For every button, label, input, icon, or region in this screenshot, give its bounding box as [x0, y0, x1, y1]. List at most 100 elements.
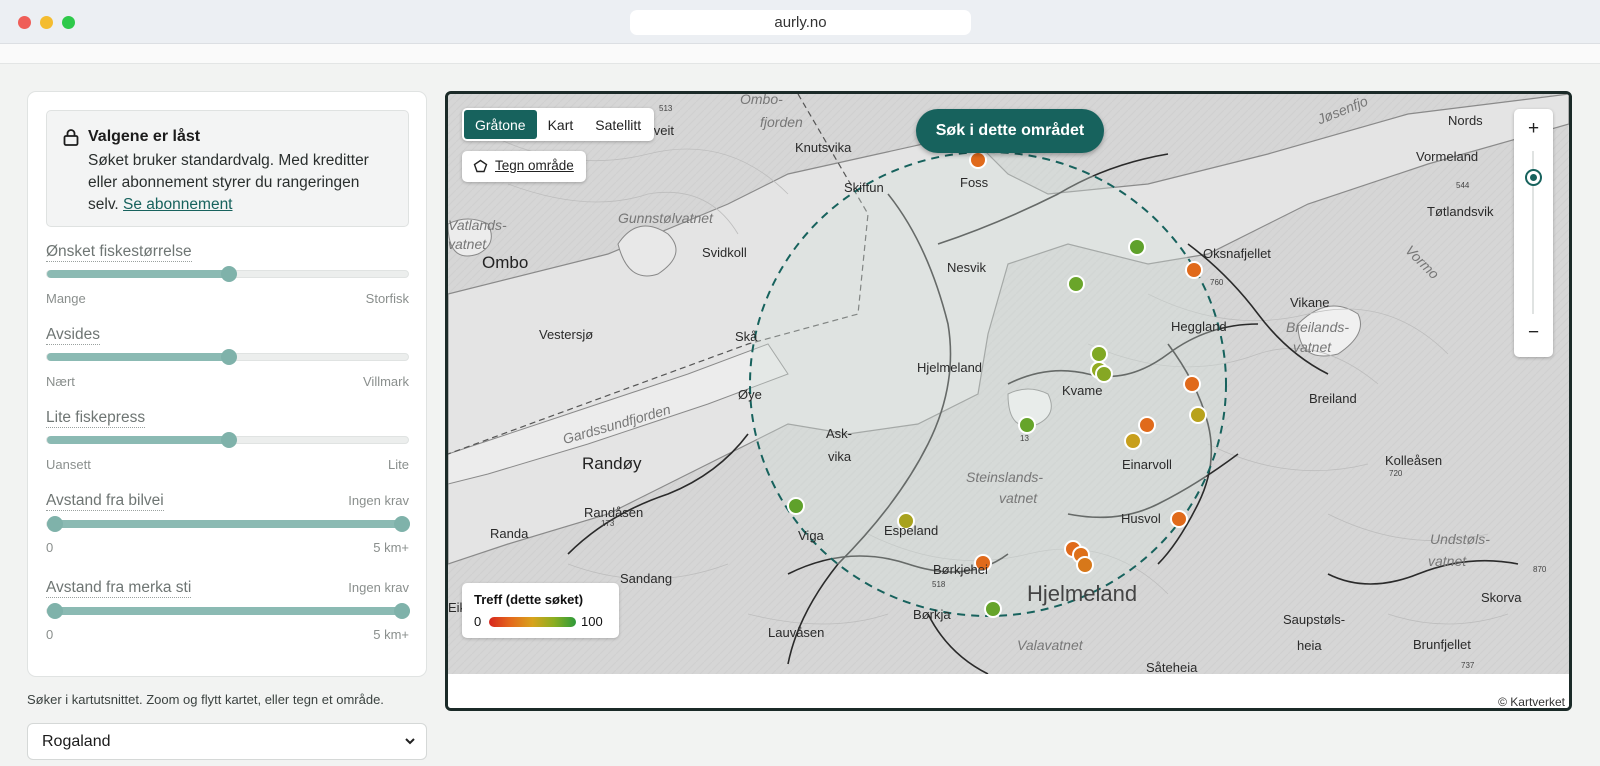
slider-fill — [47, 436, 229, 444]
locked-notice: Valgene er låst Søket bruker standardval… — [46, 110, 409, 227]
place-label: Randa — [490, 526, 529, 541]
place-label: Randåsen — [584, 505, 644, 520]
map-footer-strip — [448, 674, 1569, 708]
lake-marker[interactable] — [1183, 375, 1201, 393]
slider-status: Ingen krav — [348, 580, 409, 595]
place-label: Skå — [735, 329, 758, 344]
place-label: Nords — [1448, 113, 1483, 128]
range-min-handle[interactable] — [47, 516, 63, 532]
tab-map-style[interactable]: Gråtone — [464, 110, 537, 139]
place-label: Kvame — [1062, 383, 1103, 398]
slider-label: Ønsket fiskestørrelse — [46, 243, 192, 262]
region-select[interactable]: Rogaland — [27, 723, 427, 760]
slider-min-label: Mange — [46, 291, 86, 306]
zoom-slider-handle[interactable] — [1525, 168, 1542, 186]
slider-min-label: 0 — [46, 540, 54, 555]
legend-max: 100 — [581, 614, 603, 629]
slider-handle[interactable] — [220, 432, 237, 448]
place-label: Foss — [960, 175, 989, 190]
close-window-button[interactable] — [18, 16, 31, 29]
elevation-label: 544 — [1456, 181, 1470, 190]
lake-marker[interactable] — [1189, 406, 1207, 424]
lake-marker[interactable] — [787, 497, 805, 515]
lake-marker[interactable] — [1090, 345, 1108, 363]
slider-track[interactable] — [46, 516, 410, 532]
tab-label: Satellitt — [595, 117, 642, 133]
place-label: Hjelmeland — [1027, 581, 1138, 606]
slider-fill — [47, 607, 410, 615]
place-label: Viga — [798, 528, 824, 543]
slider-max-label: Storfisk — [365, 291, 409, 306]
slider-max-label: Villmark — [363, 374, 409, 389]
range-min-handle[interactable] — [47, 603, 63, 619]
lake-marker[interactable] — [1128, 238, 1146, 256]
place-label: Randøy — [582, 454, 642, 473]
range-max-handle[interactable] — [394, 516, 410, 532]
slider-min-label: 0 — [46, 627, 54, 642]
map-style-tabs: Gråtone Kart Satellitt — [462, 108, 655, 141]
elevation-label: 513 — [659, 104, 673, 113]
lake-marker[interactable] — [1138, 416, 1156, 434]
place-label: Knutsvika — [795, 140, 852, 155]
slider-min-label: Uansett — [46, 457, 91, 472]
slider-max-label: 5 km+ — [373, 540, 409, 555]
place-label: Espeland — [884, 523, 939, 538]
elevation-label: 173 — [601, 519, 615, 528]
slider-max-label: Lite — [388, 457, 409, 472]
polygon-icon — [473, 159, 488, 173]
page-header-strip — [0, 44, 1600, 64]
place-label: Vormeland — [1416, 149, 1479, 164]
draw-area-button[interactable]: Tegn område — [462, 151, 586, 182]
legend-min: 0 — [474, 614, 482, 629]
place-label: Skiftun — [844, 180, 884, 195]
slider-track[interactable] — [46, 603, 410, 619]
trail-distance-range-slider: Avstand fra merka sti Ingen krav 0 5 km+ — [46, 579, 410, 649]
slider-handle[interactable] — [220, 266, 237, 282]
lake-marker[interactable] — [1067, 275, 1085, 293]
draw-area-label: Tegn område — [495, 158, 574, 173]
slider-track[interactable] — [46, 432, 409, 448]
slider-handle[interactable] — [220, 349, 237, 365]
place-label: Børkjehei — [933, 562, 988, 577]
zoom-in-button[interactable]: + — [1514, 118, 1553, 140]
range-max-handle[interactable] — [394, 603, 410, 619]
score-legend: Treff (dette søket) 0 100 — [462, 583, 619, 638]
lake-marker[interactable] — [1018, 416, 1036, 434]
slider-label: Avstand fra bilvei — [46, 492, 164, 511]
maximize-window-button[interactable] — [62, 16, 75, 29]
slider-min-label: Nært — [46, 374, 75, 389]
lake-marker[interactable] — [984, 600, 1002, 618]
place-label: Børkja — [913, 607, 951, 622]
slider-track[interactable] — [46, 349, 409, 365]
lake-marker[interactable] — [1185, 261, 1203, 279]
zoom-out-button[interactable]: − — [1514, 322, 1553, 344]
slider-fill — [47, 520, 410, 528]
place-label: Ombo — [482, 253, 529, 272]
place-label: Breilands- — [1286, 319, 1350, 335]
elevation-label: 760 — [1210, 278, 1224, 287]
place-label: Såteheia — [1146, 660, 1198, 675]
address-bar[interactable]: aurly.no — [630, 10, 971, 35]
map-view[interactable]: Ombo- fjorden eltveit 513 Knutsvika Skif… — [445, 91, 1572, 711]
lake-marker[interactable] — [1095, 365, 1113, 383]
search-this-area-button[interactable]: Søk i dette området — [916, 109, 1104, 153]
chevron-down-icon — [405, 738, 415, 745]
lock-icon — [63, 129, 79, 146]
elevation-label: 518 — [932, 580, 946, 589]
lake-marker[interactable] — [1076, 556, 1094, 574]
place-label: Saupstøls- — [1283, 612, 1346, 627]
lake-marker[interactable] — [1124, 432, 1142, 450]
lake-marker[interactable] — [969, 151, 987, 169]
see-subscription-link[interactable]: Se abonnement — [123, 196, 232, 213]
tab-map-style[interactable]: Kart — [537, 110, 585, 139]
slider-track[interactable] — [46, 266, 409, 282]
lake-marker[interactable] — [1170, 510, 1188, 528]
slider-label: Lite fiskepress — [46, 409, 146, 428]
place-label: Svidkoll — [702, 245, 747, 260]
tab-map-style[interactable]: Satellitt — [584, 110, 652, 139]
map-attribution[interactable]: © Kartverket — [1494, 694, 1569, 708]
tab-label: Kart — [547, 117, 574, 133]
minimize-window-button[interactable] — [40, 16, 53, 29]
fishing-pressure-slider: Lite fiskepress Uansett Lite — [46, 409, 409, 479]
place-label: Sandang — [620, 571, 673, 586]
